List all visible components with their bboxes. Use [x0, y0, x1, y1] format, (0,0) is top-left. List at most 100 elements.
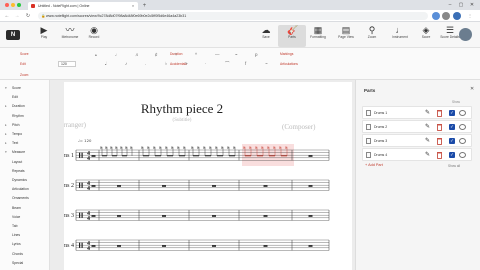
show-part-checkbox[interactable]: ✓ [449, 124, 455, 130]
x-notehead[interactable]: × [202, 145, 205, 150]
x-notehead[interactable]: × [109, 145, 112, 150]
staff-label[interactable]: Drums 3 [64, 213, 74, 219]
x-notehead[interactable]: × [266, 145, 269, 150]
left-panel-item-duration[interactable]: ▸ Duration [2, 102, 48, 111]
x-notehead[interactable]: × [214, 145, 217, 150]
score-subtitle[interactable]: (Subtitle) [173, 118, 192, 123]
x-notehead[interactable]: × [260, 145, 263, 150]
whole-rest[interactable] [263, 215, 268, 217]
delete-part-icon[interactable] [437, 151, 442, 159]
whole-rest[interactable] [162, 185, 166, 187]
score-composer[interactable]: (Composer) [282, 123, 316, 131]
whole-rest[interactable] [212, 185, 216, 187]
rhythm-measure[interactable]: × × × × × × × [99, 145, 133, 157]
x-notehead[interactable]: × [272, 145, 275, 150]
x-notehead[interactable]: × [220, 145, 223, 150]
score-svg[interactable]: Rhythm piece 2 (Subtitle) (Arranger) (Co… [64, 82, 352, 270]
staff[interactable]: Drums 444 [64, 239, 330, 252]
noteflight-logo[interactable]: N [6, 30, 20, 40]
whole-rest[interactable] [162, 215, 166, 217]
whole-rest[interactable] [308, 245, 313, 247]
x-notehead[interactable]: × [119, 145, 122, 150]
whole-rest[interactable] [117, 185, 121, 187]
toolbar-formatting-button[interactable]: ▦ Formatting [304, 25, 332, 47]
staff-label[interactable]: Drums 1 [64, 153, 74, 159]
notation-symbol-icon[interactable]: > [185, 61, 188, 66]
left-panel-item-beam[interactable]: Beam [2, 204, 48, 213]
eye-icon[interactable] [459, 152, 466, 158]
subtoolbar-edit-label[interactable]: Edit [20, 62, 26, 66]
staff-label[interactable]: Drums 2 [64, 183, 74, 189]
delete-part-icon[interactable] [437, 123, 442, 131]
notation-symbol-icon[interactable]: ♩ [115, 52, 120, 57]
notation-symbol-icon[interactable]: . [145, 61, 146, 66]
close-window-icon[interactable]: ✕ [468, 1, 476, 9]
staff[interactable]: Drums 244 [64, 179, 330, 192]
toolbar-record-button[interactable]: ◉ Record [80, 25, 108, 47]
staff-label[interactable]: Drums 4 [64, 243, 74, 249]
extension-icon[interactable] [432, 12, 440, 20]
staff[interactable]: Drums 344 [64, 209, 330, 222]
browser-tab[interactable]: Untitled - NoteFlight.com | Online [28, 2, 138, 10]
x-notehead[interactable]: × [208, 145, 211, 150]
notation-symbol-icon[interactable]: 𝄐 [235, 52, 238, 57]
left-panel-item-edit[interactable]: Edit [2, 93, 48, 102]
minimize-icon[interactable]: – [446, 1, 454, 9]
x-notehead[interactable]: × [232, 145, 235, 150]
left-panel-item-chords[interactable]: Chords [2, 250, 48, 259]
left-panel-item-layout[interactable]: Layout [2, 158, 48, 167]
user-avatar[interactable] [459, 28, 472, 41]
eye-icon[interactable] [459, 138, 466, 144]
eye-icon[interactable] [459, 110, 466, 116]
x-notehead[interactable]: × [248, 145, 251, 150]
add-part-button[interactable]: + Add Part [365, 163, 383, 167]
score-arranger[interactable]: (Arranger) [64, 121, 87, 129]
x-notehead[interactable]: × [146, 145, 149, 150]
left-panel-item-tempo[interactable]: ▸ Tempo [2, 130, 48, 139]
left-panel-item-score[interactable]: ▾ Score [2, 84, 48, 93]
part-row[interactable]: Drums 3 ✎ ✓ [362, 134, 472, 147]
whole-rest[interactable] [117, 245, 121, 247]
window-minimize-dot[interactable] [11, 3, 15, 7]
x-notehead[interactable]: × [104, 145, 107, 150]
window-close-dot[interactable] [5, 3, 9, 7]
x-notehead[interactable]: × [176, 145, 179, 150]
whole-rest[interactable] [91, 185, 96, 187]
whole-rest[interactable] [263, 245, 268, 247]
profile-icon[interactable] [453, 12, 461, 20]
zoom-input[interactable]: 120 [58, 61, 76, 67]
maximize-icon[interactable]: ▢ [457, 1, 465, 9]
x-notehead[interactable]: × [284, 145, 287, 150]
whole-rest[interactable] [308, 155, 313, 157]
new-tab-button[interactable]: + [141, 2, 148, 10]
delete-part-icon[interactable] [437, 109, 442, 117]
part-row[interactable]: Drums 1 ✎ ✓ [362, 106, 472, 119]
whole-rest[interactable] [212, 245, 216, 247]
whole-rest[interactable] [117, 215, 121, 217]
show-part-checkbox[interactable]: ✓ [449, 110, 455, 116]
notation-symbol-icon[interactable]: ♭ [165, 61, 167, 67]
toolbar-guitar-button[interactable]: 🎸 Parts [278, 25, 306, 47]
toolbar-save-button[interactable]: ☁ Save [252, 25, 280, 47]
x-notehead[interactable]: × [242, 145, 245, 150]
show-part-checkbox[interactable]: ✓ [449, 152, 455, 158]
notation-symbol-icon[interactable]: ♪ [125, 61, 127, 66]
left-panel-item-lyrics[interactable]: Lyrics [2, 240, 48, 249]
left-panel-item-measure[interactable]: ▾ Measure [2, 148, 48, 157]
whole-rest[interactable] [308, 215, 313, 217]
left-panel-item-ornaments[interactable]: Ornaments [2, 194, 48, 203]
show-all-link[interactable]: Show all [448, 164, 460, 168]
notation-symbol-icon[interactable]: ♬ [135, 52, 140, 57]
subtoolbar-score-label[interactable]: Score [20, 52, 29, 56]
back-icon[interactable]: ← [3, 11, 11, 21]
parts-panel-close-icon[interactable]: ✕ [470, 86, 474, 92]
whole-rest[interactable] [263, 185, 268, 187]
notation-symbol-icon[interactable]: f [245, 61, 246, 66]
left-panel-item-dynamics[interactable]: Dynamics [2, 176, 48, 185]
x-notehead[interactable]: × [114, 145, 117, 150]
window-maximize-dot[interactable] [17, 3, 21, 7]
tempo-marking[interactable]: ♩= 120 [78, 138, 92, 143]
x-notehead[interactable]: × [182, 145, 185, 150]
whole-rest[interactable] [162, 245, 166, 247]
left-panel-item-lines[interactable]: Lines [2, 231, 48, 240]
